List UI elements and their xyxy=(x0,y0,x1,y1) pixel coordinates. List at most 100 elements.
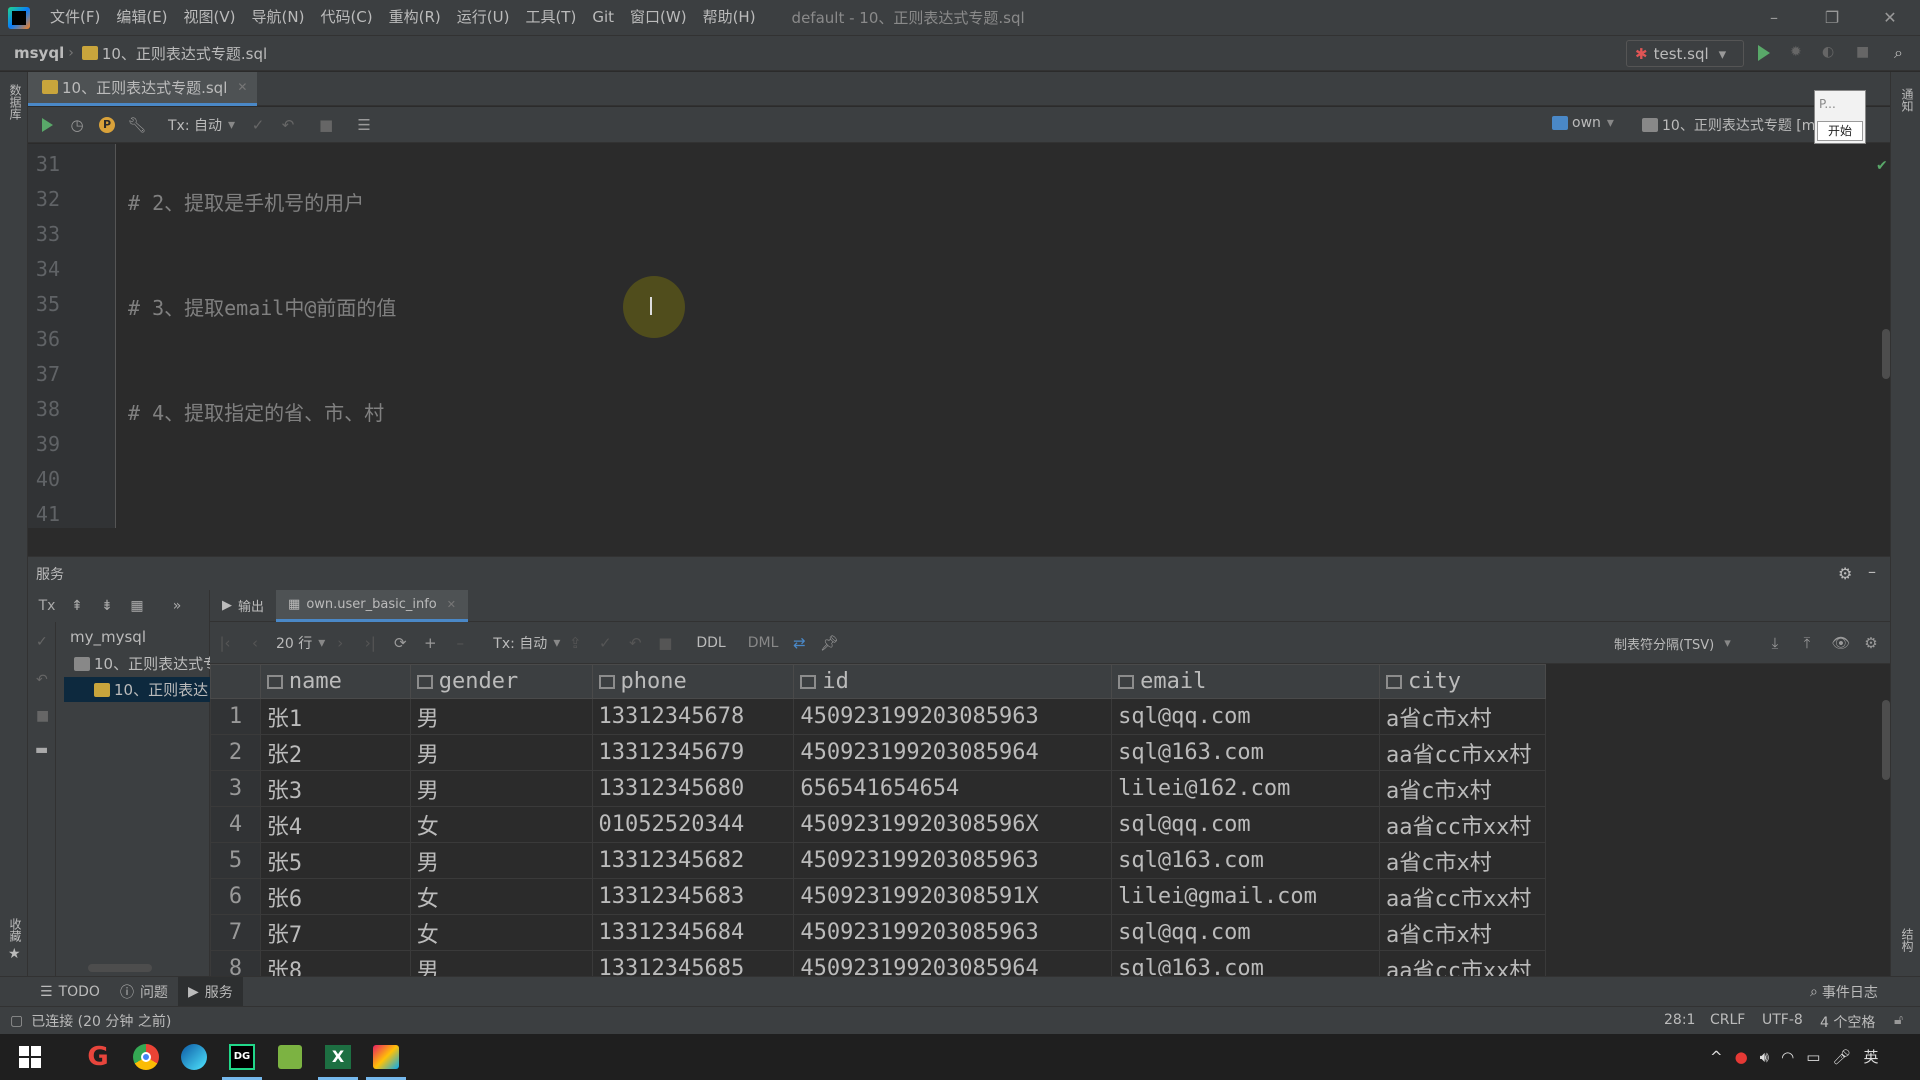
tree-item-session[interactable]: 10、正则表达式专 xyxy=(70,653,218,674)
chevron-up-icon[interactable]: ^ xyxy=(1704,1048,1729,1066)
breadcrumb-project[interactable]: msyql xyxy=(14,44,64,62)
page-size-dropdown[interactable]: 20 行 xyxy=(270,633,318,653)
close-button[interactable]: ✕ xyxy=(1868,0,1912,35)
tx-mode-dropdown[interactable]: Tx: 自动 xyxy=(487,633,553,653)
taskbar-app-datagrip[interactable]: DG xyxy=(218,1034,266,1080)
grid-scrollbar[interactable] xyxy=(1882,700,1890,780)
tx-mode-dropdown[interactable]: Tx: 自动 xyxy=(162,115,228,135)
table-cell[interactable]: 13312345678 xyxy=(591,698,795,735)
start-button[interactable]: 开始 xyxy=(1817,121,1863,141)
hide-panel-button[interactable]: – xyxy=(1868,562,1876,581)
tab-user-basic-info[interactable]: ▦ own.user_basic_info ✕ xyxy=(276,589,468,622)
table-cell[interactable]: 45092319920308591X xyxy=(793,878,1113,915)
database-tool-button[interactable]: 数据库 xyxy=(7,84,24,120)
table-cell[interactable]: 450923199203085963 xyxy=(793,842,1113,879)
notifications-tool-button[interactable]: 通知 xyxy=(1899,88,1916,112)
editor-tab-active[interactable]: 10、正则表达式专题.sql ✕ xyxy=(28,71,258,106)
table-cell[interactable]: sql@163.com xyxy=(1111,734,1380,771)
table-cell[interactable]: sql@qq.com xyxy=(1111,914,1380,951)
dml-button[interactable]: DML xyxy=(742,635,785,651)
table-cell[interactable]: 张8 xyxy=(259,950,411,976)
table-cell[interactable]: 女 xyxy=(409,914,593,951)
table-cell[interactable]: 男 xyxy=(409,698,593,735)
result-grid[interactable]: name gender phone id email city 1 张1 男 1331… xyxy=(210,664,1546,976)
tab-output[interactable]: ▶ 输出 xyxy=(210,590,276,622)
reload-button[interactable]: ⟳ xyxy=(385,628,415,658)
sql-editor[interactable]: 31 32 33 34 35 36 37 38 39 40 41 # 2、提取是… xyxy=(28,144,1808,528)
minimize-button[interactable]: – xyxy=(1752,0,1796,35)
battery-icon[interactable]: ▭ xyxy=(1800,1048,1826,1066)
table-row[interactable]: 8 张8 男 13312345685 450923199203085964 sql@163… xyxy=(210,950,1546,976)
run-button[interactable] xyxy=(1758,45,1770,61)
table-row[interactable]: 2 张2 男 13312345679 450923199203085964 sql@163… xyxy=(210,734,1546,771)
menu-file[interactable]: 文件(F) xyxy=(42,0,108,35)
history-button[interactable]: ◷ xyxy=(62,110,92,140)
column-header[interactable]: name xyxy=(259,664,411,699)
download-button[interactable]: ⤓ xyxy=(1760,628,1790,658)
taskbar-app-edge[interactable] xyxy=(170,1034,218,1080)
table-cell[interactable]: 张3 xyxy=(259,770,411,807)
taskbar-app-paint[interactable] xyxy=(362,1034,410,1080)
table-cell[interactable]: 张7 xyxy=(259,914,411,951)
services-tool-button[interactable]: ▶ 服务 xyxy=(177,976,243,1007)
table-cell[interactable]: 450923199203085963 xyxy=(793,914,1113,951)
upload-button[interactable]: ⤒ xyxy=(1792,628,1822,658)
table-row[interactable]: 4 张4 女 01052520344 45092319920308596X sql@qq.… xyxy=(210,806,1546,843)
start-button[interactable] xyxy=(6,1034,54,1080)
debug-button[interactable]: ✹ xyxy=(1790,44,1802,60)
todo-tool-button[interactable]: ☰ TODO xyxy=(30,977,110,1007)
table-cell[interactable]: 张4 xyxy=(259,806,411,843)
table-cell[interactable]: 13312345684 xyxy=(591,914,795,951)
line-separator[interactable]: CRLF xyxy=(1710,1012,1745,1028)
output-layout-button[interactable]: ☰ xyxy=(349,110,379,140)
table-cell[interactable]: 男 xyxy=(409,950,593,976)
stop-button[interactable]: ■ xyxy=(1856,44,1869,60)
caret-position[interactable]: 28:1 xyxy=(1664,1012,1695,1028)
services-settings-button[interactable]: ⚙ xyxy=(1838,564,1852,583)
commit-button[interactable]: ✓ xyxy=(243,110,273,140)
wifi-icon[interactable]: ◠ xyxy=(1775,1048,1800,1066)
table-cell[interactable]: a省c市x村 xyxy=(1378,770,1546,807)
table-cell[interactable]: 男 xyxy=(409,770,593,807)
close-tab-icon[interactable]: ✕ xyxy=(237,80,247,94)
table-cell[interactable]: 656541654654 xyxy=(793,770,1113,807)
tree-scrollbar[interactable] xyxy=(88,964,152,972)
tree-item-file-selected[interactable]: 10、正则表达 xyxy=(64,677,210,702)
menu-run[interactable]: 运行(U) xyxy=(449,0,518,35)
event-log-button[interactable]: ⌕ 事件日志 xyxy=(1800,977,1888,1007)
volume-icon[interactable]: 🔊︎ xyxy=(1754,1048,1775,1066)
table-cell[interactable]: sql@qq.com xyxy=(1111,698,1380,735)
menu-code[interactable]: 代码(C) xyxy=(312,0,380,35)
prev-page-button[interactable]: ‹ xyxy=(240,628,270,658)
lock-icon[interactable]: 🔓︎ xyxy=(1894,1012,1903,1028)
search-everywhere-button[interactable]: ⌕ xyxy=(1894,43,1903,63)
table-cell[interactable]: 450923199203085963 xyxy=(793,698,1113,735)
indent-setting[interactable]: 4 个空格 xyxy=(1820,1012,1875,1032)
pin-tab-button[interactable]: 📌︎ xyxy=(814,628,844,658)
menu-edit[interactable]: 编辑(E) xyxy=(108,0,175,35)
panel-toggle-icon[interactable]: ▢ xyxy=(10,1013,23,1029)
mic-icon[interactable]: 🎤︎ xyxy=(1826,1048,1857,1066)
commit-button[interactable]: ✓ xyxy=(590,628,620,658)
view-button[interactable]: 👁︎ xyxy=(1826,628,1856,658)
table-cell[interactable]: aa省cc市xx村 xyxy=(1378,878,1546,915)
next-page-button[interactable]: › xyxy=(325,628,355,658)
table-cell[interactable]: sql@qq.com xyxy=(1111,806,1380,843)
schema-selector[interactable]: own ▾ xyxy=(1548,115,1614,131)
table-cell[interactable]: lilei@162.com xyxy=(1111,770,1380,807)
table-cell[interactable]: 13312345682 xyxy=(591,842,795,879)
taskbar-app-excel[interactable]: X xyxy=(314,1034,362,1080)
table-cell[interactable]: a省c市x村 xyxy=(1378,842,1546,879)
delete-row-button[interactable]: – xyxy=(445,628,475,658)
table-row[interactable]: 3 张3 男 13312345680 656541654654 lilei@162.com… xyxy=(210,770,1546,807)
table-cell[interactable]: 450923199203085964 xyxy=(793,734,1113,771)
table-cell[interactable]: sql@163.com xyxy=(1111,842,1380,879)
menu-help[interactable]: 帮助(H) xyxy=(695,0,764,35)
table-cell[interactable]: aa省cc市xx村 xyxy=(1378,734,1546,771)
editor-scrollbar[interactable] xyxy=(1882,329,1890,379)
explain-plan-button[interactable]: P xyxy=(92,110,122,140)
rollback-button[interactable]: ↶ xyxy=(273,110,303,140)
menu-tools[interactable]: 工具(T) xyxy=(517,0,584,35)
taskbar-app-chrome[interactable] xyxy=(122,1034,170,1080)
table-cell[interactable]: lilei@gmail.com xyxy=(1111,878,1380,915)
